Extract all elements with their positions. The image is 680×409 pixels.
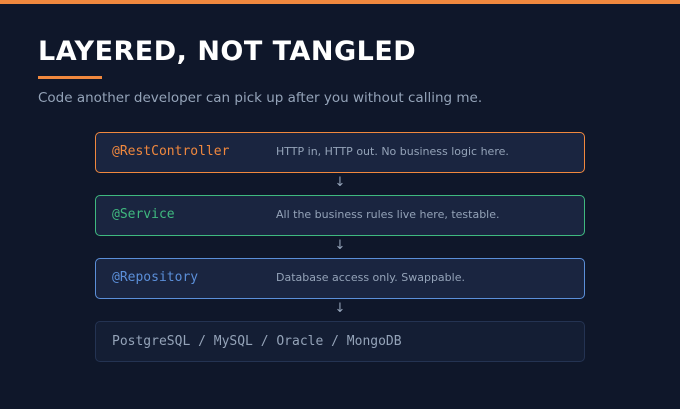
- layer-controller-description: HTTP in, HTTP out. No business logic her…: [276, 145, 509, 158]
- layer-service-name: @Service: [112, 207, 175, 222]
- layer-controller: @RestController HTTP in, HTTP out. No bu…: [95, 132, 585, 173]
- title-underline: [38, 76, 102, 79]
- page-title: LAYERED, NOT TANGLED: [38, 36, 417, 67]
- database-box: PostgreSQL / MySQL / Oracle / MongoDB: [95, 321, 585, 362]
- arrow-down-icon: ↓: [334, 238, 346, 253]
- layer-repository-name: @Repository: [112, 270, 199, 285]
- layer-service-description: All the business rules live here, testab…: [276, 208, 500, 221]
- page-subtitle: Code another developer can pick up after…: [38, 90, 483, 106]
- layer-repository-description: Database access only. Swappable.: [276, 271, 465, 284]
- layer-service: @Service All the business rules live her…: [95, 195, 585, 236]
- layer-controller-name: @RestController: [112, 144, 230, 159]
- database-label: PostgreSQL / MySQL / Oracle / MongoDB: [112, 334, 402, 349]
- top-accent-bar: [0, 0, 680, 4]
- arrow-down-icon: ↓: [334, 175, 346, 190]
- layer-repository: @Repository Database access only. Swappa…: [95, 258, 585, 299]
- arrow-down-icon: ↓: [334, 301, 346, 316]
